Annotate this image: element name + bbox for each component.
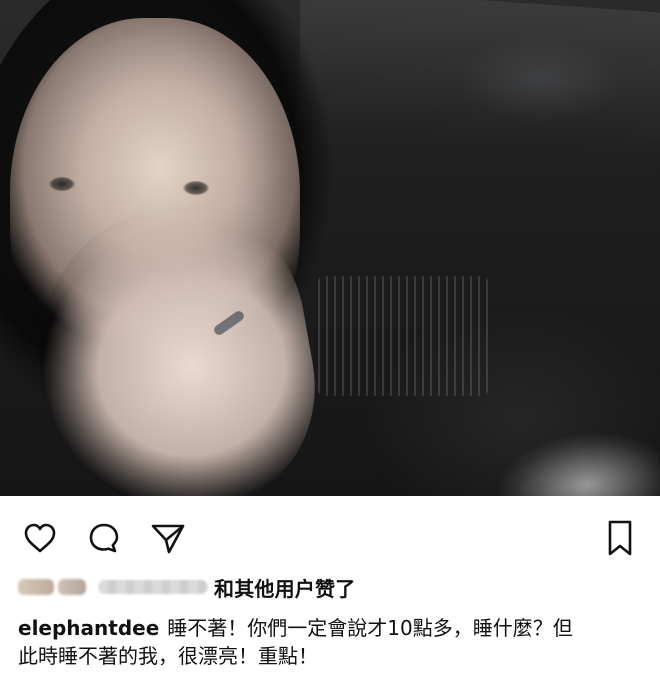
paper-plane-icon [149,520,187,556]
like-button[interactable] [20,518,60,558]
caption-text-line-1: 睡不著！你們一定會說才10點多，睡什麼？但 [167,616,573,640]
save-button[interactable] [600,518,640,558]
comment-button[interactable] [84,518,124,558]
post-photo[interactable] [0,0,660,496]
share-button[interactable] [148,518,188,558]
liker-name-blurred [98,580,208,594]
instagram-post: 和其他用户赞了 elephantdee 睡不著！你們一定會說才10點多，睡什麼？但… [0,0,660,675]
comment-icon [86,520,122,556]
avatar-blur-1 [18,579,54,595]
avatar-blur-2 [58,579,86,595]
bookmark-icon [603,518,637,558]
photo-pillow [449,407,660,496]
caption-username[interactable]: elephantdee [18,616,159,640]
heart-icon [22,522,58,554]
liker-avatars-blurred [18,579,86,595]
photo-window-blind [318,276,488,396]
likes-summary[interactable]: 和其他用户赞了 [18,570,355,604]
photo-left-eye [34,174,90,194]
likes-suffix-text: 和其他用户赞了 [214,576,356,601]
caption-text-line-2: 此時睡不著的我，很漂亮！重點！ [18,644,318,668]
post-caption: elephantdee 睡不著！你們一定會說才10點多，睡什麼？但 此時睡不著的我… [18,614,642,670]
photo-right-eye [168,178,224,198]
